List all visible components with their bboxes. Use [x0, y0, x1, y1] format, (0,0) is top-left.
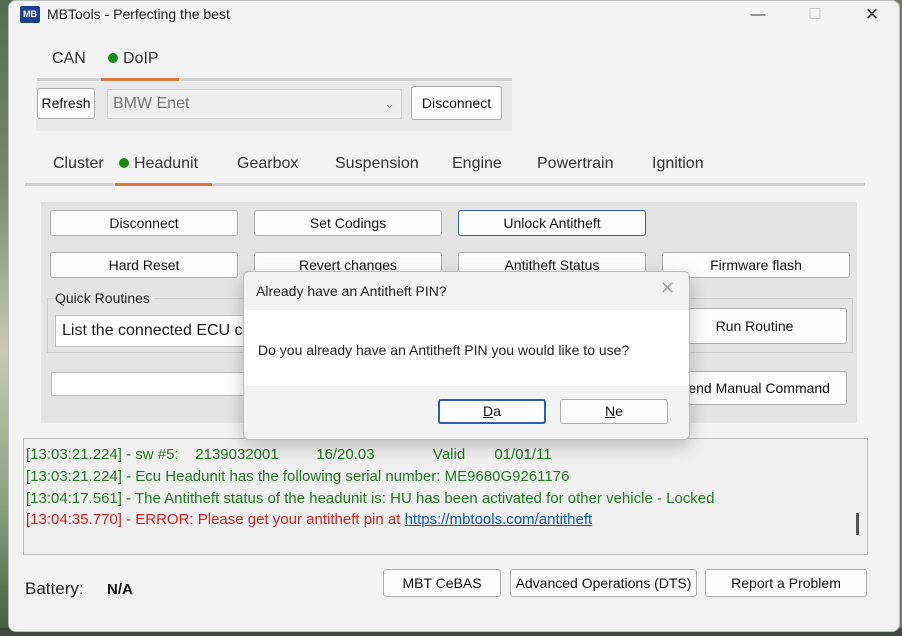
active-tab-indicator — [101, 78, 179, 81]
tab-label: Headunit — [134, 155, 199, 172]
dialog-body: Do you already have an Antitheft PIN you… — [244, 310, 689, 386]
tab-gearbox[interactable]: Gearbox — [237, 147, 298, 183]
interface-select[interactable]: BMW Enet ⌄ — [107, 89, 402, 119]
interface-select-value: BMW Enet — [113, 95, 190, 112]
battery-value: N/A — [107, 581, 133, 598]
tab-ignition[interactable]: Ignition — [652, 147, 704, 183]
tab-engine[interactable]: Engine — [452, 147, 502, 183]
manual-command-input[interactable] — [51, 372, 251, 396]
report-problem-button[interactable]: Report a Problem — [705, 569, 867, 597]
tab-powertrain[interactable]: Powertrain — [537, 147, 613, 183]
yes-mnemonic: D — [483, 403, 494, 419]
window-title: MBTools - Perfecting the best — [47, 6, 230, 22]
tab-headunit[interactable]: Headunit — [119, 147, 198, 183]
tab-label: Suspension — [335, 155, 419, 172]
chevron-down-icon: ⌄ — [384, 96, 395, 111]
log-output[interactable]: [13:03:21.224] - sw #5: 2139032001 16/20… — [23, 438, 868, 555]
no-label-rest: e — [615, 403, 623, 419]
log-line: [13:04:17.561] - The Antitheft status of… — [26, 490, 715, 507]
yes-label-rest: a — [493, 403, 501, 419]
title-bar: MB MBTools - Perfecting the best — ☐ ✕ — [9, 1, 899, 29]
mbt-cebas-button[interactable]: MBT CeBAS — [383, 569, 501, 597]
set-codings-button[interactable]: Set Codings — [254, 210, 442, 236]
log-line: [13:03:21.224] - sw #5: 2139032001 16/20… — [26, 446, 552, 463]
tab-cluster[interactable]: Cluster — [53, 147, 104, 183]
active-tab-indicator — [115, 183, 212, 186]
dialog-close-icon[interactable]: ✕ — [660, 278, 675, 299]
log-line: [13:03:21.224] - Ecu Headunit has the fo… — [26, 468, 570, 485]
tab-suspension[interactable]: Suspension — [335, 147, 419, 183]
tab-doip[interactable]: DoIP — [108, 41, 159, 79]
connection-tabs: CAN DoIP — [37, 41, 512, 81]
status-dot-icon — [119, 158, 129, 168]
ecu-tabs: Cluster Headunit Gearbox Suspension Engi… — [25, 147, 865, 187]
log-error-text: [13:04:35.770] - ERROR: Please get your … — [26, 511, 405, 528]
tab-label: Gearbox — [237, 155, 299, 172]
ecu-disconnect-button[interactable]: Disconnect — [50, 210, 238, 236]
advanced-operations-button[interactable]: Advanced Operations (DTS) — [510, 569, 697, 597]
tab-label: DoIP — [123, 50, 159, 67]
app-logo-icon: MB — [20, 6, 40, 23]
no-mnemonic: N — [605, 403, 616, 419]
tab-label: Ignition — [652, 155, 704, 172]
refresh-button[interactable]: Refresh — [37, 88, 95, 119]
hard-reset-button[interactable]: Hard Reset — [50, 252, 238, 278]
connection-panel: Refresh BMW Enet ⌄ Disconnect — [36, 82, 512, 131]
dialog-message: Do you already have an Antitheft PIN you… — [258, 342, 630, 358]
dialog-title: Already have an Antitheft PIN? — [256, 283, 447, 299]
tab-can[interactable]: CAN — [52, 41, 86, 79]
close-button[interactable]: ✕ — [849, 1, 895, 29]
status-dot-icon — [108, 53, 118, 63]
tab-label: Powertrain — [537, 155, 614, 172]
routine-select[interactable]: List the connected ECU c — [55, 315, 245, 347]
dialog-yes-button[interactable]: Da — [438, 399, 546, 424]
antitheft-pin-dialog: Already have an Antitheft PIN? ✕ Do you … — [243, 271, 690, 440]
dialog-no-button[interactable]: Ne — [560, 399, 668, 424]
log-scrollbar[interactable] — [856, 513, 859, 535]
unlock-antitheft-button[interactable]: Unlock Antitheft — [458, 210, 646, 236]
battery-label: Battery: — [25, 579, 84, 598]
maximize-button[interactable]: ☐ — [792, 1, 838, 29]
tab-label: CAN — [52, 50, 86, 67]
tab-label: Engine — [452, 155, 502, 172]
minimize-button[interactable]: — — [735, 1, 781, 29]
quick-routines-label: Quick Routines — [55, 290, 154, 306]
antitheft-link[interactable]: https://mbtools.com/antitheft — [405, 511, 593, 528]
firmware-flash-button[interactable]: Firmware flash — [662, 252, 850, 278]
tab-label: Cluster — [53, 155, 104, 172]
disconnect-button[interactable]: Disconnect — [411, 86, 502, 120]
log-line-error: [13:04:35.770] - ERROR: Please get your … — [26, 511, 592, 528]
